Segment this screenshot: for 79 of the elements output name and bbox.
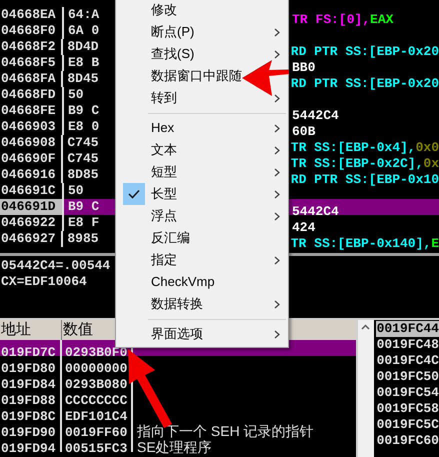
address-cell: 0019FC44 bbox=[376, 321, 439, 337]
info-line: CX=EDF10064 bbox=[1, 274, 87, 290]
bytes-cell-text: 50 bbox=[67, 183, 85, 199]
address-cell: 0019FC58 bbox=[376, 401, 439, 417]
address-cell-text: 04668FE bbox=[0, 103, 57, 119]
operand-text: 424 bbox=[292, 220, 316, 235]
value-cell: 00000000 bbox=[65, 361, 128, 376]
menu-item[interactable]: 反汇编 bbox=[116, 227, 288, 249]
arrow bbox=[242, 60, 289, 96]
bytes-cell-text: 8985 bbox=[66, 231, 100, 247]
address-cell: 019FD88 bbox=[0, 393, 56, 408]
info-line: 05442C4=.00544 bbox=[1, 258, 110, 274]
address-cell-text: 0466916 bbox=[0, 167, 57, 183]
value-cell: 0293B080 bbox=[65, 377, 128, 392]
operand-text: TR SS:[EBP-0x140],E bbox=[290, 236, 439, 251]
address-cell: 0019FC60 bbox=[376, 433, 439, 449]
address-cell: 019FD90 bbox=[0, 425, 56, 440]
menu-item[interactable]: 数据窗口中跟随 bbox=[116, 65, 288, 87]
operand-text: 5442C4 bbox=[292, 204, 339, 219]
operand-text: TR FS:[0],EAX bbox=[292, 12, 394, 27]
menu-item[interactable]: 数据转换 bbox=[116, 293, 288, 315]
address-cell-text: 0466903 bbox=[0, 119, 57, 135]
address-cell-text: 046691C bbox=[0, 183, 57, 199]
bytes-cell-text: 8D85 bbox=[66, 167, 100, 183]
address-cell-text: 04668FA bbox=[0, 71, 57, 87]
operand-text: TR SS:[EBP-0x4],0x0 bbox=[290, 140, 439, 155]
operand-text: BB0 bbox=[292, 60, 316, 75]
menu-item[interactable]: Hex bbox=[116, 117, 288, 139]
address-cell-text: 0466908 bbox=[0, 135, 57, 151]
address-cell-text: 0466922 bbox=[0, 215, 57, 231]
value-cell: 00515FC3 bbox=[65, 441, 128, 456]
bytes-cell-text: C745 bbox=[66, 135, 100, 151]
operand-text: RD PTR SS:[EBP-0x20 bbox=[290, 44, 439, 59]
operand-text: 60B bbox=[292, 124, 316, 139]
address-cell: 0019FC48 bbox=[376, 337, 439, 353]
comment-text: SE处理程序 bbox=[137, 439, 212, 455]
value-cell: EDF101C4 bbox=[65, 409, 128, 424]
address-cell: 046691D bbox=[0, 199, 62, 215]
address-cell-text: 0466927 bbox=[0, 231, 57, 247]
menu-item[interactable]: 断点(P) bbox=[116, 21, 288, 43]
address-cell-text: 04668F2 bbox=[0, 39, 57, 55]
menu-item[interactable]: 查找(S) bbox=[116, 43, 288, 65]
address-cell: 0019FC5C bbox=[376, 417, 439, 433]
menu-item[interactable]: 指定 bbox=[116, 249, 288, 271]
bytes-cell-text: C745 bbox=[66, 151, 100, 167]
value-cell: 0019FF60 bbox=[65, 425, 128, 440]
bytes-cell-text: B9 C bbox=[67, 103, 100, 119]
scrollbar[interactable] bbox=[358, 320, 374, 457]
menu-item[interactable]: 转到 bbox=[116, 87, 288, 109]
bytes-cell-text: 8D45 bbox=[66, 71, 100, 87]
scroll-up-icon[interactable] bbox=[361, 324, 370, 330]
menu-item[interactable]: 短型 bbox=[116, 161, 288, 183]
address-cell: 019FD8C bbox=[0, 409, 56, 424]
bytes-cell-text: 50 bbox=[67, 87, 85, 103]
bytes-cell-text: E8 B bbox=[67, 55, 100, 71]
address-cell: 019FD84 bbox=[0, 377, 56, 392]
operand-text: TR SS:[EBP-0x2C],0x bbox=[290, 156, 439, 171]
address-cell: 019FD94 bbox=[0, 441, 56, 456]
menu-item[interactable]: 修改 bbox=[116, 0, 288, 21]
operand-text: RD PTR SS:[EBP-0x10 bbox=[290, 172, 439, 187]
address-cell-text: 046690F bbox=[0, 151, 57, 167]
menu-item[interactable]: 文本 bbox=[116, 139, 288, 161]
address-cell-text: 04668F5 bbox=[0, 55, 57, 71]
address-cell: 0019FC50 bbox=[376, 369, 439, 385]
value-cell: CCCCCCCC bbox=[65, 393, 128, 408]
address-cell: 0019FC54 bbox=[376, 385, 439, 401]
address-cell-text: 04668FD bbox=[0, 87, 57, 103]
bytes-cell-text: 64:A bbox=[67, 7, 100, 23]
address-cell: 0019FC4C bbox=[376, 353, 439, 369]
bytes-cell-text: E8 0 bbox=[67, 119, 100, 135]
address-cell-text: 04668EA bbox=[0, 7, 57, 23]
bytes-cell-text: 6A 0 bbox=[67, 23, 100, 39]
operand-text: 5442C4 bbox=[292, 108, 339, 123]
menu-item[interactable]: CheckVmp bbox=[116, 271, 288, 293]
address-cell-text: 04668F0 bbox=[0, 23, 57, 39]
bytes-cell-text: 8D4D bbox=[66, 39, 100, 55]
bytes-cell-text: E8 F bbox=[67, 215, 100, 231]
operand-text: RD PTR SS:[EBP-0x20 bbox=[290, 76, 439, 91]
address-cell: 019FD80 bbox=[0, 361, 56, 376]
